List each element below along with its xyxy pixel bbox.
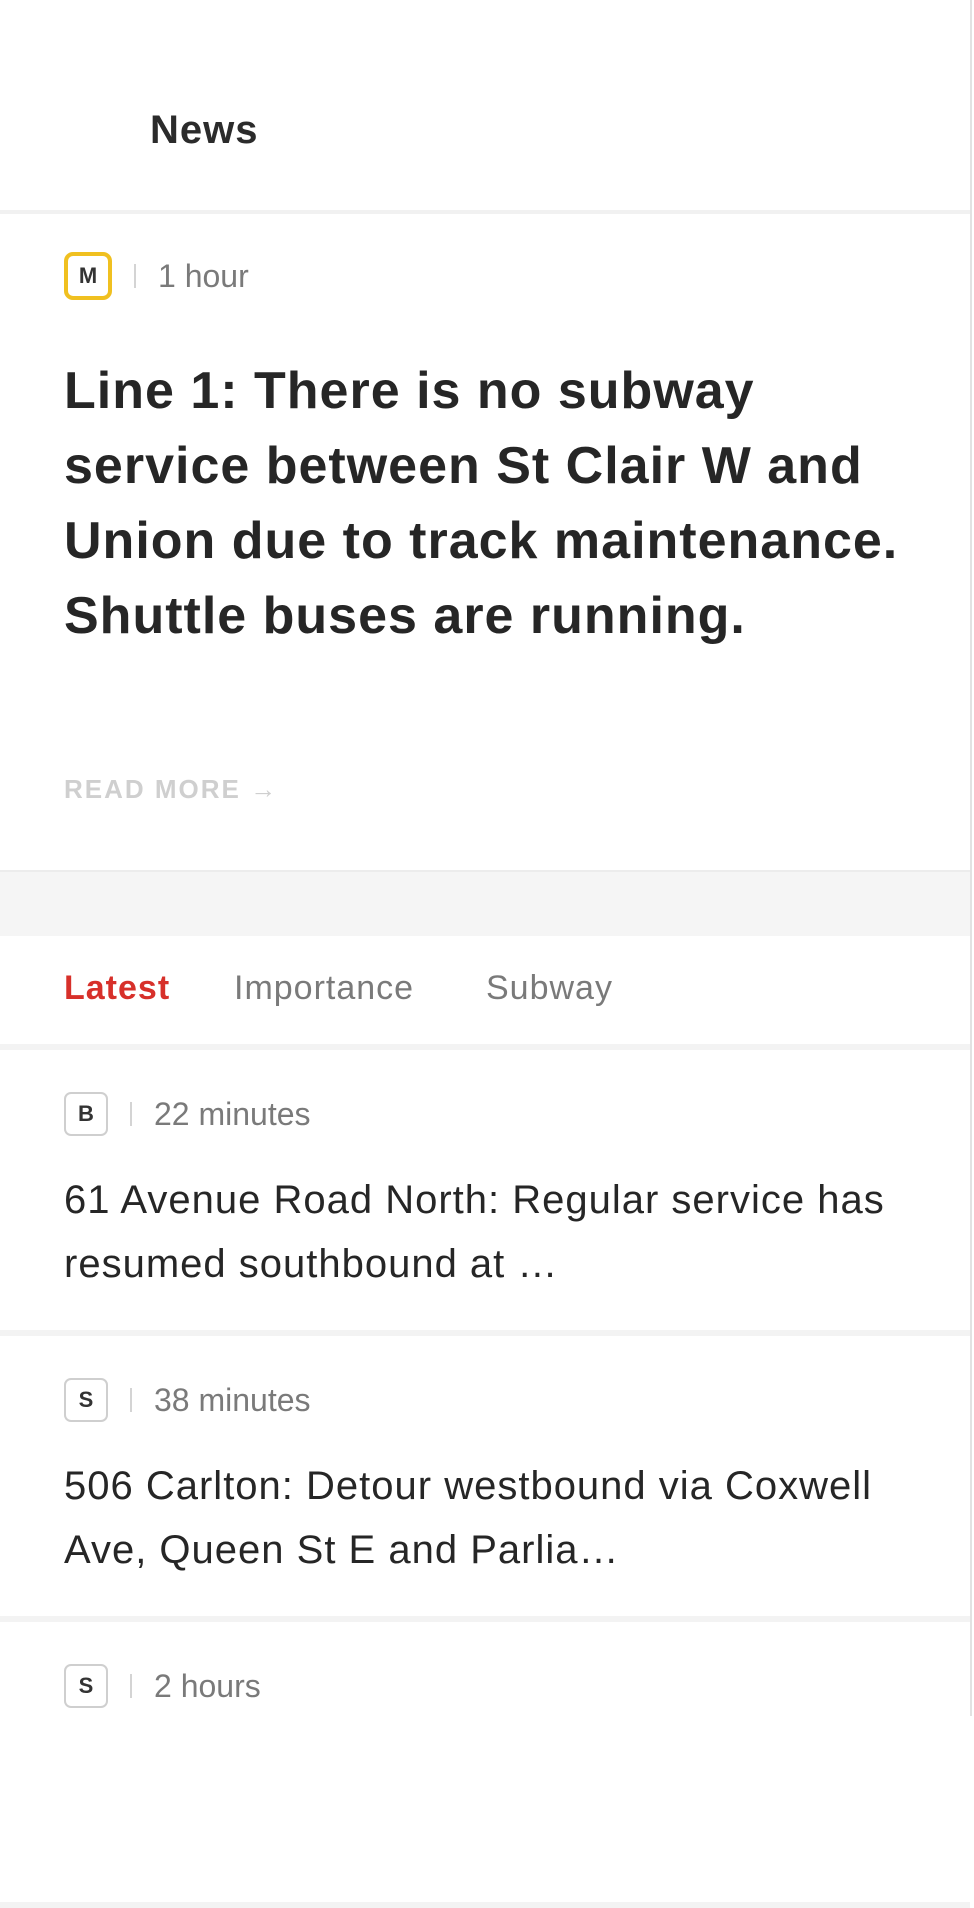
item-time: 2 hours bbox=[154, 1667, 261, 1704]
meta-divider bbox=[130, 1674, 132, 1698]
bus-badge: B bbox=[64, 1092, 108, 1136]
sort-tabs: Latest Importance Subway bbox=[0, 936, 970, 1050]
read-more-link[interactable]: READ MORE → bbox=[64, 774, 278, 805]
item-headline: 506 Carlton: Detour westbound via Coxwel… bbox=[64, 1464, 873, 1572]
featured-time: 1 hour bbox=[158, 257, 249, 294]
featured-alert-card[interactable]: M 1 hour Line 1: There is no subway serv… bbox=[0, 214, 970, 870]
news-screen: News M 1 hour Line 1: There is no subway… bbox=[0, 0, 972, 1908]
featured-meta: M 1 hour bbox=[64, 252, 249, 300]
news-list-item[interactable]: S 38 minutes 506 Carlton: Detour westbou… bbox=[0, 1336, 970, 1622]
item-meta: B 22 minutes bbox=[64, 1092, 311, 1136]
section-divider bbox=[0, 870, 970, 938]
news-list-item[interactable]: S 2 hours bbox=[0, 1622, 970, 1908]
featured-headline: Line 1: There is no subway service betwe… bbox=[64, 362, 899, 645]
tab-latest[interactable]: Latest bbox=[64, 969, 170, 1008]
item-time: 22 minutes bbox=[154, 1095, 311, 1132]
meta-divider bbox=[130, 1388, 132, 1412]
item-meta: S 2 hours bbox=[64, 1664, 261, 1708]
tab-importance[interactable]: Importance bbox=[234, 969, 414, 1008]
subway-badge: M bbox=[64, 252, 112, 300]
meta-divider bbox=[134, 264, 136, 288]
meta-divider bbox=[130, 1102, 132, 1126]
news-list-item[interactable]: B 22 minutes 61 Avenue Road North: Regul… bbox=[0, 1050, 970, 1336]
streetcar-badge: S bbox=[64, 1664, 108, 1708]
streetcar-badge: S bbox=[64, 1378, 108, 1422]
item-time: 38 minutes bbox=[154, 1381, 311, 1418]
page-title: News bbox=[150, 108, 259, 152]
top-bar: News bbox=[0, 0, 970, 214]
tab-subway[interactable]: Subway bbox=[486, 969, 613, 1008]
item-meta: S 38 minutes bbox=[64, 1378, 311, 1422]
item-headline: 61 Avenue Road North: Regular service ha… bbox=[64, 1178, 885, 1286]
